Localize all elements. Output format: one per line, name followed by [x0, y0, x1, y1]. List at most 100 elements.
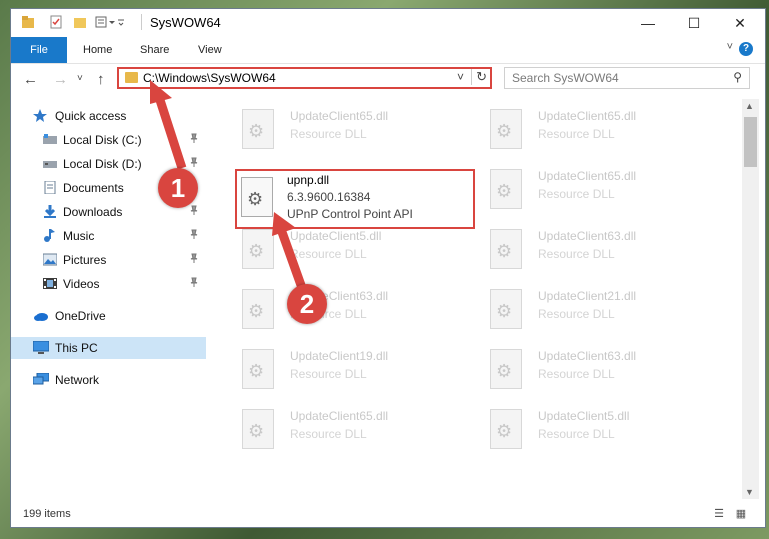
file-name: upnp.dll	[287, 173, 330, 187]
forward-button[interactable]: →	[53, 71, 68, 88]
search-icon[interactable]: ⚲	[733, 70, 742, 84]
dll-file-icon: ⚙	[242, 409, 274, 449]
sidebar-item-label: Documents	[63, 181, 124, 195]
pin-icon[interactable]	[189, 205, 199, 218]
pin-icon[interactable]	[189, 133, 199, 146]
sidebar-item-label: Pictures	[63, 253, 107, 267]
sidebar-item-this-pc[interactable]: This PC	[11, 337, 206, 359]
search-placeholder: Search SysWOW64	[512, 71, 619, 85]
up-button[interactable]: ↑	[97, 71, 105, 88]
onedrive-icon	[33, 309, 48, 322]
tab-file[interactable]: File	[11, 37, 67, 63]
sidebar-item-label: Network	[55, 373, 100, 387]
sidebar-item-label: Videos	[63, 277, 100, 291]
pictures-icon	[42, 253, 58, 266]
file-version: 6.3.9600.16384	[287, 190, 371, 204]
star-icon	[33, 109, 47, 122]
file-type: UPnP Control Point API	[287, 207, 413, 221]
scrollbar-thumb[interactable]	[744, 117, 757, 167]
navigation-pane: Quick access Local Disk (C:) Local Disk …	[11, 99, 206, 499]
dll-file-icon: ⚙	[490, 289, 522, 329]
file-name: UpdateClient65.dll	[290, 109, 389, 123]
minimize-button[interactable]: —	[625, 9, 671, 37]
gear-icon: ⚙	[496, 181, 513, 201]
file-type: Resource DLL	[290, 247, 367, 261]
file-name: UpdateClient5.dll	[538, 409, 630, 423]
new-folder-icon[interactable]	[73, 15, 87, 29]
close-button[interactable]: ✕	[717, 9, 763, 37]
file-type: Resource DLL	[538, 127, 615, 141]
file-item[interactable]: ⚙ UpdateClient63.dll Resource DLL	[228, 283, 458, 339]
scroll-up-icon[interactable]: ▲	[745, 101, 754, 111]
sidebar-item-label: OneDrive	[55, 309, 106, 323]
file-type: Resource DLL	[538, 367, 615, 381]
file-type: Resource DLL	[538, 307, 615, 321]
gear-icon: ⚙	[248, 121, 265, 141]
pin-icon[interactable]	[189, 157, 199, 170]
refresh-icon[interactable]: ↻	[471, 69, 487, 85]
help-icon[interactable]: ?	[739, 42, 753, 56]
file-item[interactable]: ⚙ UpdateClient5.dll Resource DLL	[228, 223, 458, 279]
sidebar-item-pictures[interactable]: Pictures	[11, 249, 206, 271]
address-row: ← → ˅ ↑ C:\Windows\SysWOW64 ˅ ↻ Search S…	[11, 64, 765, 94]
gear-icon: ⚙	[248, 241, 265, 261]
file-item[interactable]: ⚙ UpdateClient5.dll Resource DLL	[476, 403, 706, 459]
pin-icon[interactable]	[189, 253, 199, 266]
chevron-down-icon[interactable]: ˅	[457, 70, 464, 84]
file-item[interactable]: ⚙ UpdateClient19.dll Resource DLL	[228, 343, 458, 399]
gear-icon: ⚙	[248, 361, 265, 381]
properties-icon[interactable]	[49, 15, 63, 29]
file-item[interactable]: ⚙ UpdateClient63.dll Resource DLL	[476, 223, 706, 279]
documents-icon	[43, 180, 57, 195]
file-item[interactable]: ⚙ UpdateClient65.dll Resource DLL	[476, 103, 706, 159]
file-name: UpdateClient65.dll	[538, 169, 637, 183]
sidebar-item-network[interactable]: Network	[11, 369, 206, 391]
address-path[interactable]: C:\Windows\SysWOW64	[143, 71, 276, 85]
recent-locations-button[interactable]: ˅	[77, 73, 83, 84]
folder-icon	[125, 72, 138, 83]
file-item-upnp[interactable]: ⚙ upnp.dll 6.3.9600.16384 UPnP Control P…	[237, 173, 467, 229]
back-button[interactable]: ←	[23, 71, 38, 88]
folder-icon[interactable]	[21, 15, 35, 29]
file-name: UpdateClient63.dll	[538, 229, 637, 243]
computer-icon	[32, 340, 50, 354]
maximize-button[interactable]: ☐	[671, 9, 717, 37]
customize-icon[interactable]	[95, 15, 125, 29]
item-count: 199 items	[23, 508, 71, 520]
pin-icon[interactable]	[189, 277, 199, 290]
sidebar-item-local-disk-c[interactable]: Local Disk (C:)	[11, 129, 206, 151]
explorer-window: SysWOW64 — ☐ ✕ File Home Share View ˅ ? …	[10, 8, 766, 528]
sidebar-item-onedrive[interactable]: OneDrive	[11, 305, 206, 327]
file-type: Resource DLL	[290, 427, 367, 441]
search-input[interactable]: Search SysWOW64 ⚲	[504, 67, 750, 89]
file-name: UpdateClient65.dll	[538, 109, 637, 123]
tab-share[interactable]: Share	[128, 37, 181, 63]
tab-view[interactable]: View	[186, 37, 234, 63]
file-item[interactable]: ⚙ UpdateClient63.dll Resource DLL	[476, 343, 706, 399]
file-item[interactable]: ⚙ UpdateClient65.dll Resource DLL	[228, 403, 458, 459]
tab-home[interactable]: Home	[71, 37, 124, 63]
sidebar-item-quick-access[interactable]: Quick access	[11, 105, 206, 127]
step-badge-2: 2	[287, 284, 327, 324]
gear-icon: ⚙	[248, 301, 265, 321]
dll-file-icon: ⚙	[242, 349, 274, 389]
dll-file-icon: ⚙	[490, 229, 522, 269]
file-name: UpdateClient21.dll	[538, 289, 637, 303]
sidebar-item-label: Local Disk (D:)	[63, 157, 142, 171]
sidebar-item-videos[interactable]: Videos	[11, 273, 206, 295]
expand-ribbon-icon[interactable]: ˅	[727, 41, 733, 53]
pin-icon[interactable]	[189, 229, 199, 242]
network-icon	[32, 372, 50, 386]
title-separator	[141, 14, 142, 30]
gear-icon: ⚙	[496, 421, 513, 441]
file-name: UpdateClient63.dll	[538, 349, 637, 363]
file-item[interactable]: ⚙ UpdateClient21.dll Resource DLL	[476, 283, 706, 339]
tiles-view-icon[interactable]: ▦	[733, 507, 749, 521]
file-item[interactable]: ⚙ UpdateClient65.dll Resource DLL	[228, 103, 458, 159]
sidebar-item-music[interactable]: Music	[11, 225, 206, 247]
address-bar[interactable]: C:\Windows\SysWOW64 ˅ ↻	[117, 67, 492, 89]
scroll-down-icon[interactable]: ▼	[745, 487, 754, 497]
file-item[interactable]: ⚙ UpdateClient65.dll Resource DLL	[476, 163, 706, 219]
details-view-icon[interactable]: ☰	[711, 507, 727, 521]
vertical-scrollbar[interactable]: ▲ ▼	[742, 99, 759, 499]
